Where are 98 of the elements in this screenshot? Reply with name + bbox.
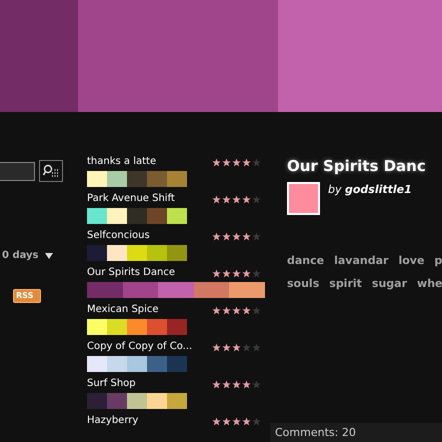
color-swatch[interactable]	[87, 356, 107, 372]
color-swatch[interactable]	[147, 208, 167, 224]
color-swatch[interactable]	[107, 208, 127, 224]
color-swatch[interactable]	[127, 208, 147, 224]
color-swatch[interactable]	[127, 393, 147, 409]
tag-link[interactable]: whe	[417, 276, 442, 292]
star-icon	[242, 306, 251, 314]
star-icon	[212, 158, 221, 166]
color-swatch[interactable]	[107, 245, 127, 261]
color-swatch[interactable]	[127, 245, 147, 261]
color-swatch[interactable]	[107, 319, 127, 335]
search-button[interactable]	[39, 160, 63, 182]
star-icon	[222, 342, 231, 352]
star-icon	[252, 416, 261, 426]
tag-link[interactable]: spirit	[329, 276, 362, 292]
color-swatch[interactable]	[87, 393, 107, 409]
star-icon	[242, 380, 251, 388]
tag-link[interactable]: sugar	[372, 276, 408, 292]
period-dropdown[interactable]: 0 days	[2, 248, 87, 263]
star-icon	[242, 342, 251, 352]
color-swatch[interactable]	[127, 319, 147, 335]
comments-bar: Comments: 20	[270, 423, 442, 442]
palette-title[interactable]: Selfconcious	[87, 229, 150, 243]
author-line: by godslittle1	[328, 182, 412, 198]
star-icon	[232, 342, 241, 352]
color-swatch[interactable]	[87, 319, 107, 335]
star-icon	[252, 380, 261, 388]
star-icon	[222, 232, 231, 240]
palette-heading: Our Spirits Danc	[287, 156, 427, 177]
tag-link[interactable]: love	[398, 253, 424, 270]
color-swatch[interactable]	[107, 393, 127, 409]
star-icon	[252, 158, 261, 166]
star-icon	[252, 342, 261, 352]
color-swatch[interactable]	[147, 319, 167, 335]
color-swatch[interactable]	[147, 171, 167, 187]
star-icon	[222, 268, 231, 278]
palette-title[interactable]: Hazyberry	[87, 414, 138, 428]
star-icon	[222, 158, 231, 166]
star-icon	[242, 232, 251, 240]
color-swatch[interactable]	[167, 356, 187, 372]
star-icon	[212, 268, 221, 278]
color-swatch[interactable]	[167, 171, 187, 187]
color-swatch[interactable]	[122, 282, 158, 298]
tag-link[interactable]: dance	[287, 253, 324, 270]
star-icon	[242, 194, 251, 204]
color-swatch[interactable]	[147, 356, 167, 372]
color-swatch[interactable]	[147, 245, 167, 261]
palette-title[interactable]: Park Avenue Shift	[87, 192, 175, 206]
color-swatch[interactable]	[87, 282, 123, 298]
color-swatch[interactable]	[127, 356, 147, 372]
color-swatch[interactable]	[107, 171, 127, 187]
star-icon	[242, 416, 251, 426]
star-icon	[252, 194, 261, 204]
star-icon	[232, 416, 241, 426]
star-icon	[212, 306, 221, 314]
star-icon	[212, 416, 221, 426]
color-swatch[interactable]	[127, 171, 147, 187]
star-icon	[222, 416, 231, 426]
tag-link[interactable]: lavandar	[334, 253, 388, 270]
search-icon	[43, 164, 59, 178]
star-icon	[232, 268, 241, 278]
star-icon	[222, 306, 231, 314]
palette-title[interactable]: Our Spirits Dance	[87, 266, 175, 280]
star-icon	[252, 268, 261, 278]
color-swatch[interactable]	[87, 171, 107, 187]
palette-title[interactable]: Copy of Copy of Co...	[87, 340, 192, 354]
color-swatch[interactable]	[167, 245, 187, 261]
palette-title[interactable]: Mexican Spice	[87, 303, 159, 317]
star-icon	[212, 232, 221, 240]
caret-icon	[44, 252, 53, 258]
color-swatch[interactable]	[158, 282, 194, 298]
star-icon	[222, 380, 231, 388]
star-icon	[242, 158, 251, 166]
star-icon	[212, 342, 221, 352]
star-icon	[232, 380, 241, 388]
color-swatch[interactable]	[87, 245, 107, 261]
tag-link[interactable]: p	[434, 253, 442, 270]
star-icon	[232, 232, 241, 240]
star-icon	[242, 268, 251, 278]
star-icon	[252, 306, 261, 314]
color-swatch[interactable]	[194, 282, 230, 298]
color-swatch[interactable]	[107, 356, 127, 372]
star-icon	[232, 158, 241, 166]
star-icon	[252, 232, 261, 240]
color-swatch[interactable]	[167, 319, 187, 335]
color-swatch[interactable]	[167, 208, 187, 224]
star-icon	[222, 194, 231, 204]
star-icon	[212, 194, 221, 204]
color-swatch[interactable]	[167, 393, 187, 409]
star-icon	[232, 306, 241, 314]
color-swatch[interactable]	[147, 393, 167, 409]
star-icon	[212, 380, 221, 388]
palette-title[interactable]: thanks a latte	[87, 155, 156, 169]
tag-link[interactable]: souls	[287, 276, 320, 292]
color-swatch[interactable]	[87, 208, 107, 224]
star-icon	[232, 194, 241, 204]
palette-title[interactable]: Surf Shop	[87, 377, 136, 391]
color-swatch[interactable]	[229, 282, 265, 298]
